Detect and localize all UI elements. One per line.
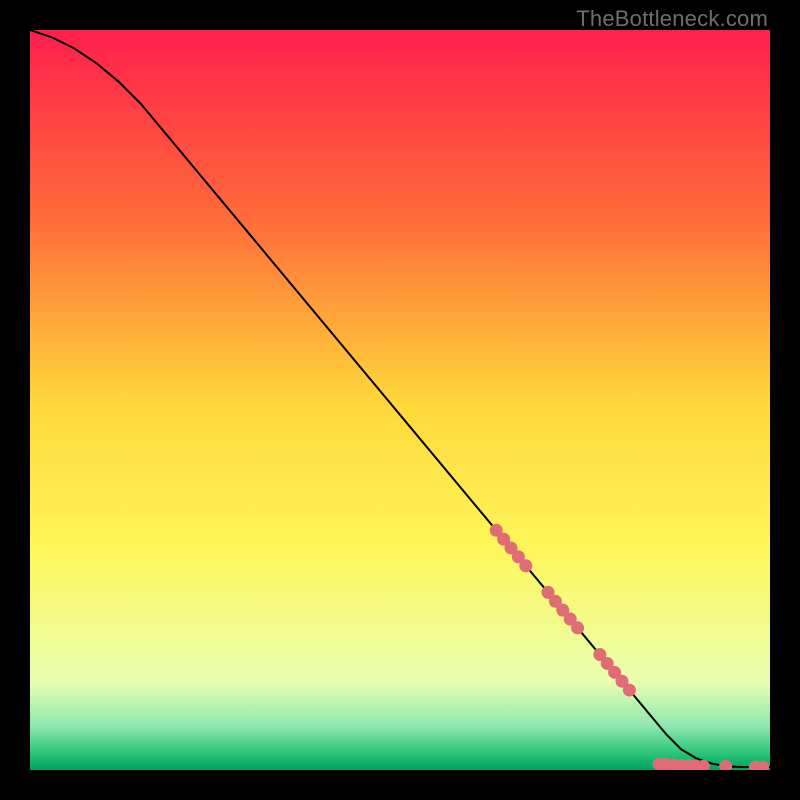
watermark-text: TheBottleneck.com xyxy=(576,6,768,32)
chart-svg xyxy=(30,30,770,770)
marker-point xyxy=(623,684,636,697)
marker-point xyxy=(519,559,532,572)
chart-frame xyxy=(30,30,770,770)
marker-point xyxy=(571,621,584,634)
chart-background xyxy=(30,30,770,770)
